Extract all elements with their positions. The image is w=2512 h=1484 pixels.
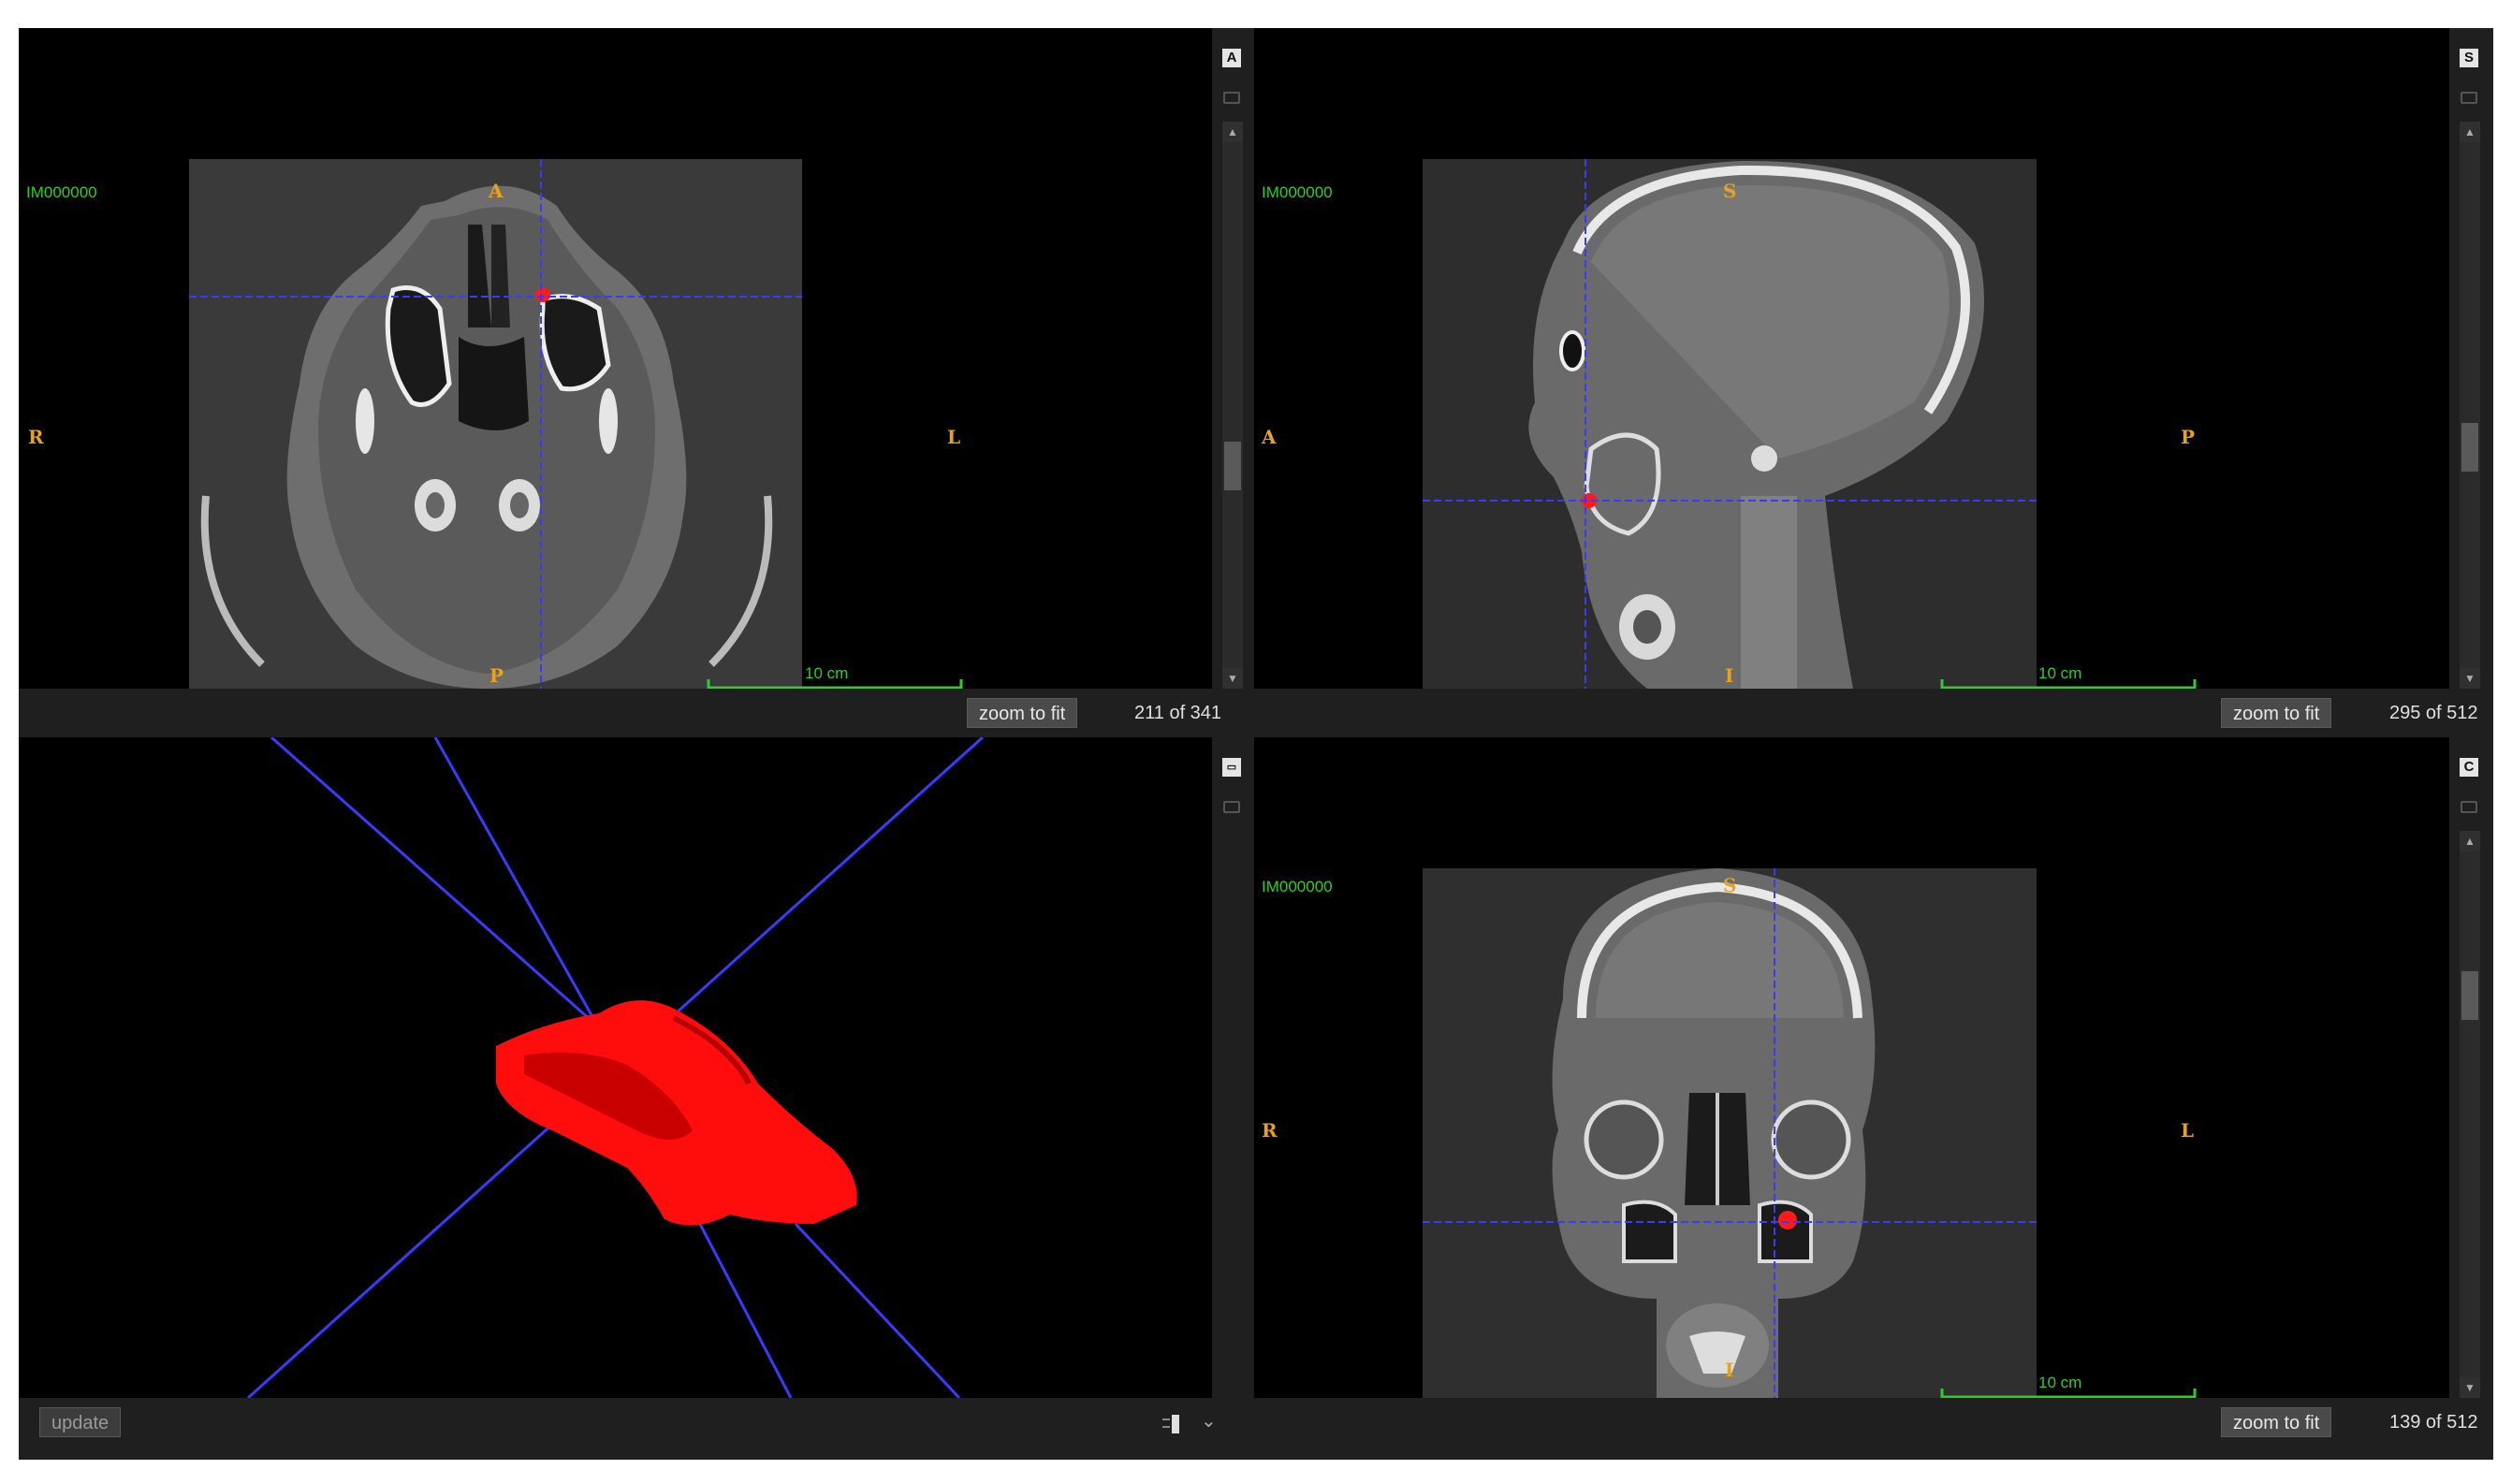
sagittal-zoom-to-fit-button[interactable]: zoom to fit <box>2221 698 2332 728</box>
sagittal-camera-icon[interactable] <box>2461 92 2477 104</box>
3d-render-scene <box>246 737 985 1398</box>
coronal-camera-icon[interactable] <box>2461 801 2477 813</box>
axial-scrollbar[interactable]: ▲ ▼ <box>1222 122 1243 689</box>
coronal-view-icon[interactable]: C <box>2460 758 2478 777</box>
sagittal-slice-indicator: 295 of 512 <box>2389 703 2478 723</box>
axial-series-id: IM000000 <box>26 183 97 201</box>
axial-segmentation-mark <box>535 287 550 302</box>
axial-scroll-thumb[interactable] <box>1224 442 1241 490</box>
coronal-slice-indicator: 139 of 512 <box>2389 1412 2478 1433</box>
coronal-scroll-thumb[interactable] <box>2461 971 2478 1020</box>
axial-ct-slice <box>189 159 963 689</box>
coronal-orient-right: L <box>2181 1119 2195 1142</box>
scroll-down-icon[interactable]: ▼ <box>1222 668 1243 689</box>
coronal-footer: zoom to fit 139 of 512 <box>1254 1398 2493 1447</box>
sagittal-orient-right: P <box>2181 426 2196 448</box>
scroll-up-icon[interactable]: ▲ <box>1222 122 1243 142</box>
axial-sidebar: A ▲ ▼ <box>1212 28 1251 689</box>
scroll-up-icon[interactable]: ▲ <box>2460 122 2480 142</box>
3d-view-icon[interactable]: ▭ <box>1222 758 1241 777</box>
sagittal-viewport[interactable]: IM000000 S I A P 10 cm <box>1254 28 2449 689</box>
axial-orient-right: L <box>947 426 961 448</box>
axial-orient-top: A <box>489 180 504 202</box>
sagittal-scrollbar[interactable]: ▲ ▼ <box>2460 122 2480 689</box>
sagittal-series-id: IM000000 <box>1262 183 1333 201</box>
coronal-orient-top: S <box>1723 874 1737 896</box>
coronal-ct-slice <box>1423 868 2197 1398</box>
scroll-down-icon[interactable]: ▼ <box>2460 668 2480 689</box>
scroll-down-icon[interactable]: ▼ <box>2460 1377 2480 1398</box>
coronal-zoom-to-fit-button[interactable]: zoom to fit <box>2221 1407 2332 1437</box>
3d-render-viewport[interactable] <box>19 737 1212 1398</box>
3d-plane-line <box>433 737 606 1038</box>
coronal-segmentation-mark <box>1778 1211 1797 1229</box>
coronal-scrollbar[interactable]: ▲ ▼ <box>2460 831 2480 1398</box>
update-button[interactable]: update <box>39 1407 122 1437</box>
sagittal-orient-left: A <box>1262 426 1277 448</box>
3d-sidebar: ▭ <box>1212 737 1251 1398</box>
coronal-scale-label: 10 cm <box>2038 1374 2082 1391</box>
3d-footer: update ⌄ <box>19 1398 1251 1447</box>
axial-camera-icon[interactable] <box>1223 92 1240 104</box>
axial-view-icon[interactable]: A <box>1222 49 1241 67</box>
sagittal-sidebar: S ▲ ▼ <box>2449 28 2489 689</box>
sagittal-orient-top: S <box>1723 180 1737 202</box>
axial-slice-indicator: 211 of 341 <box>1134 703 1222 723</box>
chevron-down-icon[interactable]: ⌄ <box>1201 1409 1217 1433</box>
sagittal-footer: zoom to fit 295 of 512 <box>1254 689 2493 737</box>
sagittal-view-icon[interactable]: S <box>2460 49 2478 67</box>
axial-zoom-to-fit-button[interactable]: zoom to fit <box>967 698 1078 728</box>
sagittal-scale-label: 10 cm <box>2038 664 2082 682</box>
axial-footer: zoom to fit 211 of 341 <box>19 689 1251 737</box>
coronal-orient-left: R <box>1262 1119 1278 1142</box>
scroll-up-icon[interactable]: ▲ <box>2460 831 2480 851</box>
coronal-series-id: IM000000 <box>1262 878 1333 895</box>
3d-plane-line <box>270 737 600 1029</box>
3d-plane-line <box>794 1222 961 1398</box>
sagittal-ct-slice <box>1423 159 2197 689</box>
sagittal-scroll-thumb[interactable] <box>2461 423 2478 472</box>
coronal-orient-bottom: I <box>1725 1359 1734 1381</box>
coronal-viewport[interactable]: IM000000 S I R L 10 cm <box>1254 737 2449 1398</box>
axial-orient-bottom: P <box>489 664 504 687</box>
axial-viewport[interactable]: IM000000 A P R L 10 cm <box>19 28 1212 689</box>
axial-orient-left: R <box>28 426 44 448</box>
viewer-app: IM000000 A P R L 10 cm A ▲ ▼ zoom to fit… <box>19 28 2493 1460</box>
colormap-icon[interactable] <box>1161 1413 1181 1433</box>
coronal-sidebar: C ▲ ▼ <box>2449 737 2489 1398</box>
axial-scale-label: 10 cm <box>805 664 849 682</box>
3d-camera-icon[interactable] <box>1223 801 1240 813</box>
sagittal-orient-bottom: I <box>1725 664 1734 687</box>
